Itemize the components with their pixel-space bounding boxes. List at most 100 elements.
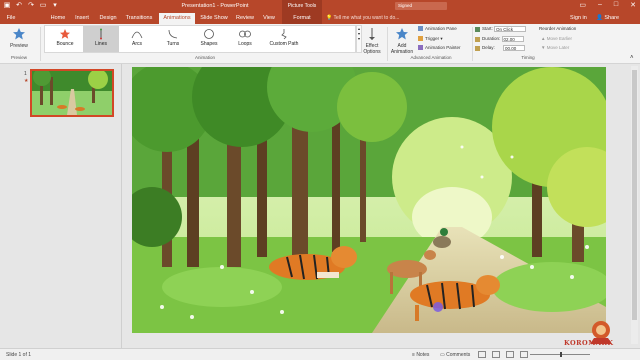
- preview-label: Preview: [10, 43, 28, 49]
- picture-tools-context-label: Picture Tools: [282, 0, 322, 13]
- anim-lines[interactable]: Lines: [83, 26, 119, 52]
- animation-painter-button[interactable]: Animation Painter: [418, 45, 461, 51]
- duration-icon: [475, 36, 480, 42]
- start-from-beginning-icon[interactable]: ▭: [39, 2, 47, 10]
- sign-in-link[interactable]: Sign in: [570, 13, 587, 24]
- delay-control: Delay: 00.00: [475, 45, 526, 51]
- view-buttons: [478, 351, 528, 358]
- thumbnail-number: 1: [24, 71, 27, 77]
- anim-custom-path[interactable]: Custom Path: [263, 26, 305, 52]
- move-earlier-button[interactable]: ▲ Move Earlier: [541, 36, 572, 41]
- vertical-scrollbar[interactable]: [631, 66, 638, 344]
- tab-insert[interactable]: Insert: [72, 13, 92, 24]
- tab-file[interactable]: File: [2, 13, 20, 24]
- title-search-box[interactable]: Signed: [395, 2, 447, 10]
- anim-bounce[interactable]: Bounce: [47, 26, 83, 52]
- reorder-animation-label: Reorder Animation: [539, 26, 577, 31]
- duration-control: Duration: 02.00: [475, 36, 524, 42]
- anim-loops[interactable]: Loops: [227, 26, 263, 52]
- tab-animations[interactable]: Animations: [159, 13, 195, 24]
- slide-canvas[interactable]: [132, 67, 606, 333]
- reading-view-icon[interactable]: [506, 351, 514, 358]
- tell-me-search[interactable]: 💡 Tell me what you want to do...: [326, 15, 399, 21]
- anim-turns-label: Turns: [166, 41, 180, 47]
- anim-turns[interactable]: Turns: [155, 26, 191, 52]
- start-label: Start:: [482, 26, 493, 32]
- start-control: Start: On Click: [475, 26, 527, 32]
- slide-thumbnail-pane: 1 ★: [0, 64, 122, 348]
- group-label-advanced-animation: Advanced Animation: [410, 55, 452, 60]
- window-controls: ▭ – □ ✕: [579, 1, 636, 9]
- comments-button[interactable]: ▭ Comments: [440, 352, 470, 358]
- move-later-button[interactable]: ▼ Move Later: [541, 45, 569, 50]
- effect-options-button[interactable]: Effect Options: [360, 25, 384, 55]
- animation-pane-button[interactable]: Animation Pane: [418, 26, 457, 32]
- close-icon[interactable]: ✕: [630, 1, 636, 9]
- share-label: Share: [604, 15, 620, 21]
- tab-transitions[interactable]: Transitions: [124, 13, 154, 24]
- tab-format[interactable]: Format: [282, 13, 322, 24]
- trigger-label: Trigger: [425, 36, 440, 41]
- maximize-icon[interactable]: □: [614, 1, 618, 9]
- share-button[interactable]: 👤 Share: [596, 13, 619, 24]
- tab-review[interactable]: Review: [234, 13, 256, 24]
- lightbulb-icon: 💡: [326, 15, 334, 21]
- animation-pane-label: Animation Pane: [425, 26, 457, 31]
- slide-show-view-icon[interactable]: [520, 351, 528, 358]
- bounce-star-icon: [60, 29, 70, 39]
- group-divider: [387, 27, 388, 61]
- anim-lines-label: Lines: [95, 41, 107, 47]
- slide-thumbnail[interactable]: [30, 69, 114, 117]
- thumbnail-forest-image: [32, 71, 112, 115]
- anim-bounce-label: Bounce: [56, 41, 74, 47]
- anim-arcs[interactable]: Arcs: [119, 26, 155, 52]
- effect-options-label: Effect Options: [363, 43, 381, 55]
- delay-input[interactable]: 00.00: [503, 45, 526, 51]
- animation-pane-icon: [418, 26, 423, 32]
- custom-path-icon: [281, 29, 287, 40]
- anim-custom-path-label: Custom Path: [269, 41, 299, 47]
- duration-input[interactable]: 02.00: [501, 36, 524, 42]
- group-divider: [472, 27, 473, 61]
- lines-path-icon: [100, 28, 102, 40]
- redo-icon[interactable]: ↷: [27, 2, 35, 10]
- delay-icon: [475, 45, 480, 51]
- group-divider: [40, 27, 41, 61]
- scrollbar-thumb[interactable]: [632, 70, 637, 320]
- add-animation-button[interactable]: Add Animation: [389, 25, 415, 55]
- quick-access-toolbar: ▣ ↶ ↷ ▭ ▾: [3, 2, 59, 10]
- anim-arcs-label: Arcs: [132, 41, 142, 47]
- notes-button[interactable]: ≡ Notes: [412, 352, 429, 358]
- preview-button[interactable]: Preview: [2, 25, 36, 55]
- effect-options-icon: [369, 28, 375, 40]
- ribbon-display-options-icon[interactable]: ▭: [579, 1, 586, 9]
- move-later-label: Move Later: [546, 45, 570, 50]
- anim-shapes-label: Shapes: [200, 41, 218, 47]
- animation-gallery: Bounce Lines Arcs Turns Shapes Loops Cus…: [44, 25, 356, 53]
- loops-path-icon: [239, 30, 251, 38]
- animation-painter-icon: [418, 45, 423, 51]
- duration-label: Duration:: [482, 36, 501, 42]
- customize-qat-icon[interactable]: ▾: [51, 2, 59, 10]
- forest-scene-picture[interactable]: [132, 67, 606, 333]
- tab-home[interactable]: Home: [48, 13, 68, 24]
- collapse-ribbon-icon[interactable]: ˄: [630, 55, 634, 61]
- title-bar: ▣ ↶ ↷ ▭ ▾ Presentation1 - PowerPoint Pic…: [0, 0, 640, 13]
- tab-design[interactable]: Design: [98, 13, 118, 24]
- normal-view-icon[interactable]: [478, 351, 486, 358]
- slide-sorter-view-icon[interactable]: [492, 351, 500, 358]
- anim-shapes[interactable]: Shapes: [191, 26, 227, 52]
- tell-me-placeholder: Tell me what you want to do...: [333, 15, 400, 21]
- minimize-icon[interactable]: –: [598, 1, 602, 9]
- watermark-text: KOROMARK: [564, 339, 614, 347]
- start-dropdown[interactable]: On Click: [494, 26, 527, 32]
- trigger-button[interactable]: Trigger ▾: [418, 36, 443, 42]
- save-icon[interactable]: ▣: [3, 2, 11, 10]
- arcs-path-icon: [131, 31, 143, 39]
- undo-icon[interactable]: ↶: [15, 2, 23, 10]
- shapes-path-icon: [204, 29, 214, 39]
- tab-slide-show[interactable]: Slide Show: [199, 13, 229, 24]
- zoom-slider-knob[interactable]: [560, 352, 562, 357]
- tab-view[interactable]: View: [260, 13, 278, 24]
- move-earlier-label: Move Earlier: [546, 36, 572, 41]
